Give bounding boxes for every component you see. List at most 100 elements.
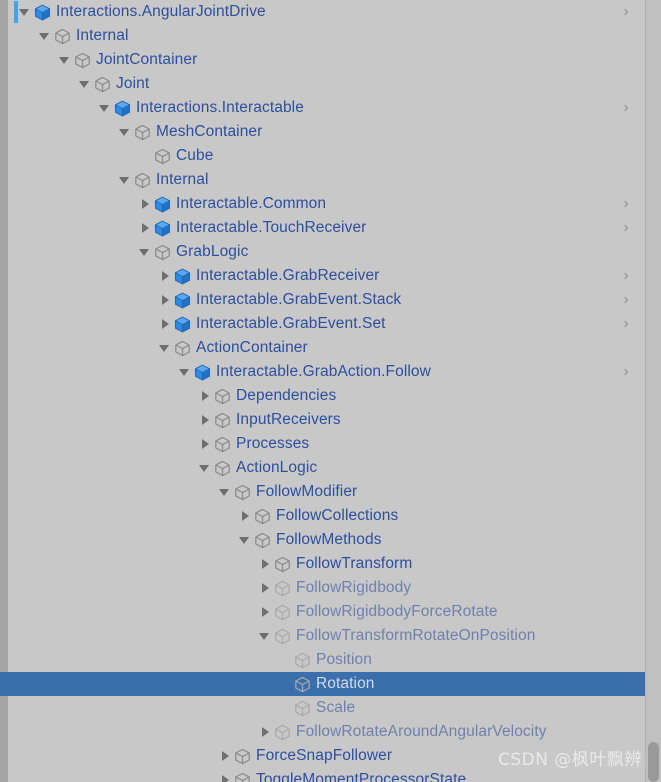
hierarchy-row[interactable]: Internal	[0, 168, 646, 192]
vertical-scrollbar-track[interactable]	[645, 0, 661, 782]
hierarchy-row[interactable]: Position	[0, 648, 646, 672]
triangle-down-icon[interactable]	[218, 480, 232, 504]
prefab-cube-icon	[33, 0, 52, 24]
triangle-down-icon[interactable]	[118, 120, 132, 144]
hierarchy-row-label: FollowRigidbodyForceRotate	[296, 603, 498, 620]
hierarchy-row[interactable]: Interactable.Common ›	[0, 192, 646, 216]
hierarchy-row[interactable]: FollowRigidbody	[0, 576, 646, 600]
hierarchy-row[interactable]: FollowModifier	[0, 480, 646, 504]
gameobject-cube-icon	[233, 768, 252, 782]
hierarchy-row-label: Interactable.GrabAction.Follow	[216, 363, 431, 380]
triangle-right-icon[interactable]	[158, 312, 172, 336]
hierarchy-row[interactable]: InputReceivers	[0, 408, 646, 432]
prefab-cube-icon	[173, 288, 192, 312]
triangle-down-icon[interactable]	[138, 240, 152, 264]
hierarchy-row-label: FollowModifier	[256, 483, 358, 500]
hierarchy-row[interactable]: Interactable.GrabReceiver ›	[0, 264, 646, 288]
triangle-right-icon[interactable]	[158, 288, 172, 312]
hierarchy-row-list[interactable]: Interactions.AngularJointDrive › Internal J…	[0, 0, 646, 782]
hierarchy-row[interactable]: JointContainer	[0, 48, 646, 72]
triangle-right-icon[interactable]	[258, 720, 272, 744]
open-prefab-chevron-right-icon[interactable]: ›	[620, 312, 632, 336]
open-prefab-chevron-right-icon[interactable]: ›	[620, 0, 632, 24]
hierarchy-row-label: Scale	[316, 699, 356, 716]
gameobject-cube-icon	[273, 552, 292, 576]
triangle-down-icon[interactable]	[78, 72, 92, 96]
triangle-down-icon[interactable]	[58, 48, 72, 72]
triangle-right-icon[interactable]	[198, 432, 212, 456]
open-prefab-chevron-right-icon[interactable]: ›	[620, 96, 632, 120]
triangle-down-icon[interactable]	[118, 168, 132, 192]
hierarchy-row[interactable]: Cube	[0, 144, 646, 168]
triangle-down-icon[interactable]	[18, 0, 32, 24]
triangle-right-icon[interactable]	[258, 552, 272, 576]
hierarchy-row[interactable]: ToggleMomentProcessorState	[0, 768, 646, 782]
hierarchy-row[interactable]: ActionContainer	[0, 336, 646, 360]
triangle-right-icon[interactable]	[198, 408, 212, 432]
hierarchy-row[interactable]: FollowRigidbodyForceRotate	[0, 600, 646, 624]
gameobject-cube-icon	[93, 72, 112, 96]
hierarchy-row-label: ActionContainer	[196, 339, 308, 356]
hierarchy-row[interactable]: FollowMethods	[0, 528, 646, 552]
hierarchy-row[interactable]: Internal	[0, 24, 646, 48]
active-selection-accent-bar	[14, 1, 18, 23]
hierarchy-row[interactable]: Interactable.GrabEvent.Stack ›	[0, 288, 646, 312]
triangle-down-icon[interactable]	[178, 360, 192, 384]
hierarchy-row[interactable]: Dependencies	[0, 384, 646, 408]
gameobject-cube-icon	[273, 600, 292, 624]
hierarchy-row[interactable]: Interactions.Interactable ›	[0, 96, 646, 120]
hierarchy-row[interactable]: Interactable.GrabEvent.Set ›	[0, 312, 646, 336]
hierarchy-row[interactable]: Rotation	[0, 672, 646, 696]
open-prefab-chevron-right-icon[interactable]: ›	[620, 216, 632, 240]
hierarchy-row[interactable]: Processes	[0, 432, 646, 456]
hierarchy-row[interactable]: GrabLogic	[0, 240, 646, 264]
hierarchy-row-label: ForceSnapFollower	[256, 747, 393, 764]
hierarchy-row[interactable]: FollowTransformRotateOnPosition	[0, 624, 646, 648]
hierarchy-row[interactable]: Scale	[0, 696, 646, 720]
hierarchy-row[interactable]: Interactable.GrabAction.Follow ›	[0, 360, 646, 384]
triangle-right-icon[interactable]	[218, 744, 232, 768]
triangle-down-icon[interactable]	[158, 336, 172, 360]
triangle-down-icon[interactable]	[258, 624, 272, 648]
gameobject-cube-icon	[213, 384, 232, 408]
hierarchy-row-label: Processes	[236, 435, 310, 452]
hierarchy-row[interactable]: Joint	[0, 72, 646, 96]
triangle-right-icon[interactable]	[218, 768, 232, 782]
open-prefab-chevron-right-icon[interactable]: ›	[620, 360, 632, 384]
hierarchy-row[interactable]: FollowCollections	[0, 504, 646, 528]
triangle-right-icon[interactable]	[138, 216, 152, 240]
gameobject-cube-icon	[293, 696, 312, 720]
hierarchy-row[interactable]: FollowRotateAroundAngularVelocity	[0, 720, 646, 744]
triangle-right-icon[interactable]	[258, 600, 272, 624]
triangle-down-icon[interactable]	[98, 96, 112, 120]
triangle-right-icon[interactable]	[138, 192, 152, 216]
gameobject-cube-icon	[233, 744, 252, 768]
prefab-cube-icon	[173, 264, 192, 288]
vertical-scrollbar-thumb[interactable]	[648, 742, 659, 782]
triangle-down-icon[interactable]	[198, 456, 212, 480]
hierarchy-row[interactable]: Interactions.AngularJointDrive ›	[0, 0, 646, 24]
triangle-down-icon[interactable]	[38, 24, 52, 48]
open-prefab-chevron-right-icon[interactable]: ›	[620, 192, 632, 216]
gameobject-cube-icon	[273, 576, 292, 600]
triangle-right-icon[interactable]	[258, 576, 272, 600]
triangle-right-icon[interactable]	[158, 264, 172, 288]
hierarchy-row-label: Interactable.TouchReceiver	[176, 219, 367, 236]
hierarchy-row[interactable]: ActionLogic	[0, 456, 646, 480]
triangle-down-icon[interactable]	[238, 528, 252, 552]
hierarchy-row[interactable]: FollowTransform	[0, 552, 646, 576]
triangle-right-icon[interactable]	[198, 384, 212, 408]
hierarchy-row-label: GrabLogic	[176, 243, 249, 260]
open-prefab-chevron-right-icon[interactable]: ›	[620, 264, 632, 288]
open-prefab-chevron-right-icon[interactable]: ›	[620, 288, 632, 312]
hierarchy-row-label: JointContainer	[96, 51, 198, 68]
hierarchy-row[interactable]: ForceSnapFollower	[0, 744, 646, 768]
hierarchy-row-label: FollowRigidbody	[296, 579, 412, 596]
hierarchy-row-label: Cube	[176, 147, 214, 164]
triangle-right-icon[interactable]	[238, 504, 252, 528]
hierarchy-row[interactable]: MeshContainer	[0, 120, 646, 144]
hierarchy-panel[interactable]: Interactions.AngularJointDrive › Internal J…	[0, 0, 661, 782]
hierarchy-row[interactable]: Interactable.TouchReceiver ›	[0, 216, 646, 240]
